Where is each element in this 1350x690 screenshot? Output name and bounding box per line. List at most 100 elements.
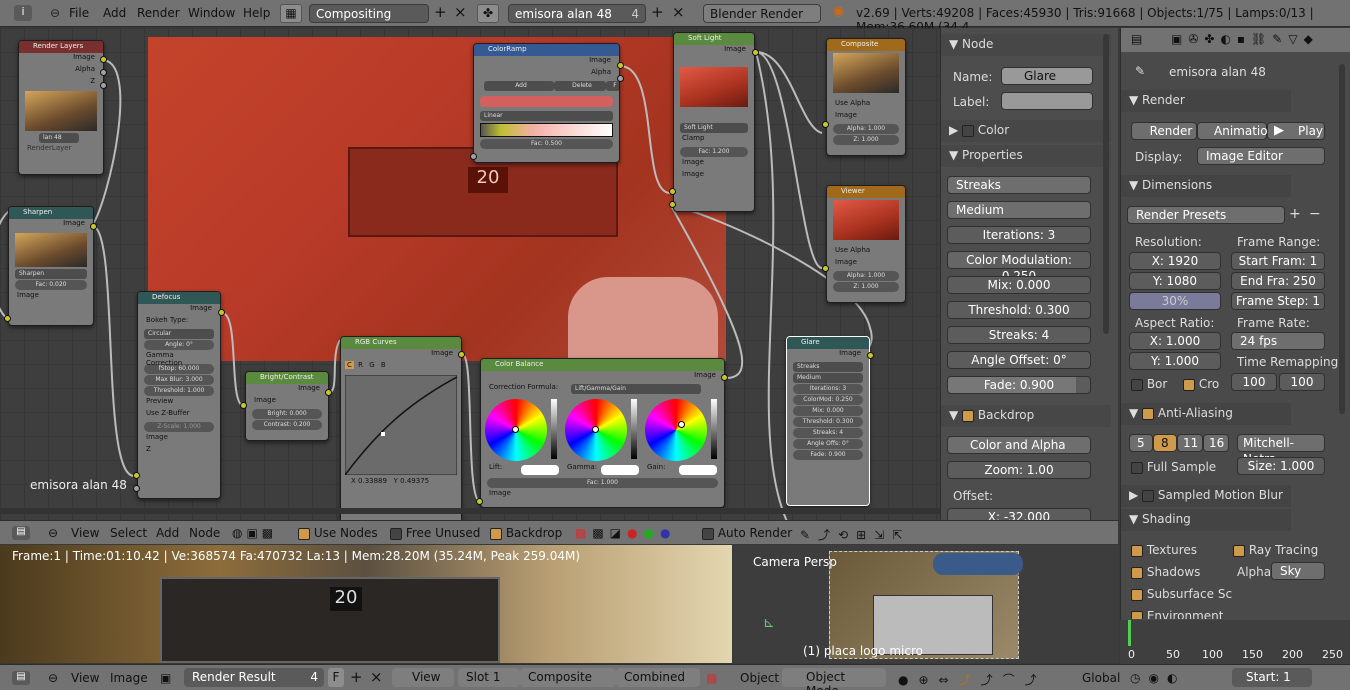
rgb-curves-node[interactable]: RGB Curves Image C R G B X 0.33889 Y 0.4… [340,336,462,520]
alpha-field[interactable]: Alpha: 1.000 [833,271,899,281]
socket[interactable] [4,315,11,322]
tab-g[interactable]: G [367,361,376,369]
mix-field[interactable]: Mix: 0.000 [947,276,1091,294]
aa-size-field[interactable]: Size: 1.000 [1237,457,1325,475]
border-checkbox[interactable]: Bor [1131,377,1167,391]
lift-value-slider[interactable] [551,399,557,459]
add-stop-button[interactable]: Add [484,81,554,91]
glare-type-select[interactable]: Streaks [793,362,863,372]
streaks-field[interactable]: Streaks: 4 [947,326,1091,344]
blend-mode-select[interactable]: Soft Light [680,123,748,133]
curve-graph[interactable] [345,375,457,475]
color-balance-node[interactable]: Color Balance Image Correction Formula: L… [480,358,725,508]
properties-scrollbar[interactable] [1339,64,1345,414]
fake-user-button[interactable]: F [328,668,344,687]
aspect-x-field[interactable]: X: 1.000 [1129,332,1221,350]
node-name-field[interactable]: Glare [1001,67,1093,85]
sharpen-mode-select[interactable]: Sharpen [15,269,87,279]
socket[interactable] [133,485,140,492]
bokeh-select[interactable]: Circular [144,329,214,339]
motion-blur-section-header[interactable]: ▶ Sampled Motion Blur [1121,485,1291,507]
node-editor[interactable]: 20 Render Layers Image Alpha Z lan 48 Re… [0,28,940,520]
renderlayer-select[interactable]: RenderLayer [19,144,103,156]
screen-layout-icon[interactable]: ▦ [280,4,302,23]
socket[interactable] [100,56,107,63]
layer-dropdown[interactable]: Composite [520,668,616,687]
node-section-header[interactable]: ▼ Node [941,34,1111,56]
zscale-field[interactable]: Z-Scale: 1.000 [144,422,214,432]
menu-node[interactable]: Node [189,526,220,540]
raytracing-checkbox[interactable]: Ray Tracing [1233,543,1318,557]
aa-filter-dropdown[interactable]: Mitchell-Netra [1237,434,1325,466]
orientation-dropdown[interactable]: Global [1082,671,1120,685]
use-nodes-checkbox[interactable]: Use Nodes [298,526,378,540]
quality-select[interactable]: Medium [793,373,863,383]
object-mode-dropdown[interactable]: Object Mode [782,668,886,690]
bright-field[interactable]: Bright: 0.000 [252,409,322,419]
socket[interactable] [100,69,107,76]
gamma-wheel[interactable] [565,399,627,461]
resolution-y-field[interactable]: Y: 1080 [1129,272,1221,290]
socket[interactable] [822,265,829,272]
menu-view[interactable]: View [71,671,99,685]
horizontal-scrollbar[interactable] [0,508,940,514]
play-button[interactable]: ▶ Play [1267,122,1325,140]
contrast-field[interactable]: Contrast: 0.200 [252,420,322,430]
formula-select[interactable]: Lift/Gamma/Gain [571,384,701,394]
tab-b[interactable]: B [379,361,388,369]
gamma-checkbox[interactable]: Gamma Correction [138,351,220,367]
start-frame-field[interactable]: Start Fram: 1 [1231,252,1325,270]
color-wheels[interactable] [481,397,724,463]
menu-object[interactable]: Object [740,671,779,685]
environment-checkbox[interactable]: Environment [1131,609,1223,619]
menu-render[interactable]: Render [137,6,180,20]
menu-image[interactable]: Image [110,671,148,685]
clamp-checkbox[interactable]: Clamp [674,134,754,146]
backdrop-checkbox[interactable]: Backdrop [490,526,562,540]
viewer-node[interactable]: Viewer Use Alpha Image Alpha: 1.000 Z: 1… [826,185,906,303]
tree-type-icons[interactable]: ◍▣▩ [232,526,277,540]
angle-field[interactable]: Angle Offs: 0° [793,439,863,449]
color-section-header[interactable]: ▶ Color [941,120,1111,142]
properties-section-header[interactable]: ▼ Properties [941,145,1111,167]
render-section-header[interactable]: ▼ Render [1121,90,1291,112]
aa-samples-5[interactable]: 5 [1129,434,1153,452]
sss-checkbox[interactable]: Subsurface Sc [1131,587,1232,601]
colorramp-node[interactable]: ColorRamp Image Alpha Add Delete F Linea… [473,43,620,163]
properties-editor-icon[interactable]: ▤ [1131,32,1142,46]
socket[interactable] [721,374,728,381]
antialiasing-section-header[interactable]: ▼ Anti-Aliasing [1121,403,1291,425]
remap-old-field[interactable]: 100 [1231,373,1277,391]
streaks-field[interactable]: Streaks: 4 [793,428,863,438]
use-alpha-checkbox[interactable]: Use Alpha [827,246,905,258]
current-frame-marker[interactable] [1128,620,1131,646]
gain-value-slider[interactable] [711,399,717,459]
screen-field[interactable]: Compositing [309,4,429,23]
dimensions-section-header[interactable]: ▼ Dimensions [1121,175,1291,197]
fac-slider[interactable]: Fac: 0.020 [15,280,87,290]
lift-color-swatch[interactable] [521,465,559,475]
socket[interactable] [470,153,477,160]
gamma-color-swatch[interactable] [601,465,639,475]
threshold-field[interactable]: Threshold: 1.000 [144,386,214,396]
backdrop-channel-icons[interactable]: ▩▩◪●●● [575,526,676,540]
alpha-mode-dropdown[interactable]: Sky [1271,562,1325,580]
shading-section-header[interactable]: ▼ Shading [1121,509,1291,531]
node-editor-type-icon[interactable]: ▤ [12,526,30,540]
aa-samples-11[interactable]: 11 [1177,434,1203,452]
free-unused-checkbox[interactable]: Free Unused [390,526,480,540]
fac-slider[interactable]: Fac: 0.500 [480,139,613,149]
socket[interactable] [325,389,332,396]
panel-scrollbar[interactable] [1103,34,1109,334]
socket[interactable] [669,201,676,208]
aa-samples-16[interactable]: 16 [1203,434,1229,452]
info-editor-icon[interactable]: i [14,5,32,21]
glare-node[interactable]: Glare Image Streaks Medium Iterations: 3… [786,336,870,506]
scene-icon[interactable]: ✤ [477,4,499,23]
close-screen-icon[interactable]: × [454,3,467,21]
defocus-node[interactable]: Defocus Image Bokeh Type: Circular Angle… [137,291,221,499]
tab-c[interactable]: C [345,361,354,369]
z-field[interactable]: Z: 1.000 [833,135,899,145]
backdrop-channels-dropdown[interactable]: Color and Alpha [947,436,1091,454]
3d-viewport[interactable]: Camera Persp (1) placa logo micro ⊾ [733,545,1119,663]
